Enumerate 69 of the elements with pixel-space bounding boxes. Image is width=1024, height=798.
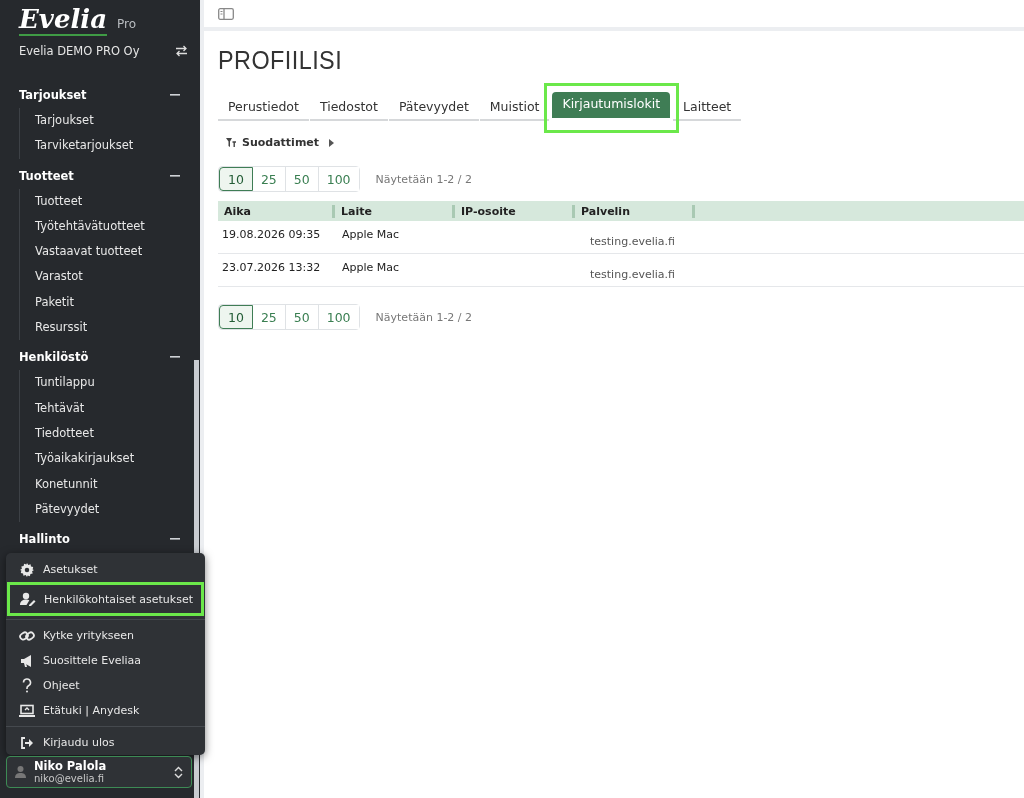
page-size-button[interactable]: 10 xyxy=(219,305,253,329)
column-header[interactable]: Laite xyxy=(335,204,455,218)
sidebar-toggle-icon[interactable] xyxy=(218,7,234,20)
menu-item[interactable]: Henkilökohtaiset asetukset xyxy=(7,582,204,616)
sidebar-item[interactable]: Työtehtävätuotteet xyxy=(20,213,180,240)
settings-icon xyxy=(20,562,34,577)
sidebar-item[interactable]: Varastot xyxy=(20,264,180,290)
column-header[interactable]: Aika xyxy=(218,204,335,218)
page-info: Näytetään 1-2 / 2 xyxy=(375,172,473,186)
menu-item[interactable]: Kytke yritykseen xyxy=(7,623,204,648)
sidebar-item[interactable]: Pätevyydet xyxy=(20,496,180,523)
menu-item[interactable]: Kirjaudu ulos xyxy=(7,730,204,755)
logout-icon xyxy=(20,735,34,750)
sidebar-item[interactable]: Tuotteet xyxy=(20,188,180,214)
user-icon xyxy=(15,766,26,778)
tab[interactable]: Laitteet xyxy=(673,95,742,121)
page-size-button[interactable]: 10 xyxy=(219,167,253,191)
link-icon xyxy=(19,628,35,643)
table-cell-text: 23.07.2026 13:32 xyxy=(221,260,322,274)
sidebar-item[interactable]: Paketit xyxy=(20,289,180,316)
table-cell-text: Apple Mac xyxy=(341,260,401,274)
user-name: Niko Palola xyxy=(34,759,108,773)
sidebar-item[interactable]: Vastaavat tuotteet xyxy=(20,239,180,265)
section-title[interactable]: Henkilöstö xyxy=(19,350,89,365)
section-title[interactable]: Tarjoukset xyxy=(19,88,87,102)
page-title: PROFIILISI xyxy=(218,45,344,77)
sidebar-item[interactable]: Konetunnit xyxy=(20,471,180,497)
page-info: Näytetään 1-2 / 2 xyxy=(375,310,473,324)
logo[interactable]: Evelia xyxy=(19,4,108,36)
sidebar-item[interactable]: Tehtävät xyxy=(20,395,180,421)
table-cell-text: testing.evelia.fi xyxy=(589,234,676,248)
section-title[interactable]: Tuotteet xyxy=(19,168,74,183)
collapse-icon[interactable] xyxy=(170,174,180,177)
table-cell-text: Apple Mac xyxy=(341,227,401,241)
help-icon xyxy=(22,678,32,693)
menu-item[interactable]: Etätuki | Anydesk xyxy=(7,698,204,723)
filter-icon[interactable] xyxy=(226,138,236,147)
sidebar-item[interactable]: Työaikakirjaukset xyxy=(20,446,180,472)
laptop-icon xyxy=(19,703,35,718)
menu-item[interactable]: Asetukset xyxy=(7,557,204,582)
column-header[interactable]: Palvelin xyxy=(575,204,695,218)
chevron-updown-icon xyxy=(174,765,183,779)
caret-icon[interactable] xyxy=(329,138,335,147)
table-cell-text: testing.evelia.fi xyxy=(589,267,676,281)
edition-label: Pro xyxy=(117,17,137,31)
menu-item[interactable]: Suosittele Eveliaa xyxy=(7,648,204,673)
sidebar-item[interactable]: Tarviketarjoukset xyxy=(20,133,180,159)
user-email: niko@evelia.fi xyxy=(34,772,106,785)
sidebar-item[interactable]: Tuntilappu xyxy=(20,370,180,396)
tab[interactable]: Perustiedot xyxy=(218,95,309,121)
tab[interactable]: Tiedostot xyxy=(309,95,388,121)
megaphone-icon xyxy=(20,653,34,668)
tab[interactable]: Muistiot xyxy=(479,95,550,121)
table-cell-text: 19.08.2026 09:35 xyxy=(221,227,322,241)
tab[interactable]: Kirjautumislokit xyxy=(552,92,671,118)
collapse-icon[interactable] xyxy=(170,356,180,359)
column-header[interactable]: IP-osoite xyxy=(455,204,575,218)
filters-toggle[interactable]: Suodattimet xyxy=(242,136,320,149)
sidebar-item[interactable]: Resurssit xyxy=(20,315,180,341)
user-switcher[interactable]: Niko Palola niko@evelia.fi xyxy=(6,756,192,788)
collapse-icon[interactable] xyxy=(170,538,180,541)
sidebar-item[interactable]: Tiedotteet xyxy=(20,420,180,447)
company-name: Evelia DEMO PRO Oy xyxy=(19,44,140,58)
section-title[interactable]: Hallinto xyxy=(19,532,70,547)
menu-item[interactable]: Ohjeet xyxy=(7,673,204,698)
sidebar-item[interactable]: Tarjoukset xyxy=(20,108,180,134)
user-edit-icon xyxy=(20,592,36,606)
tab[interactable]: Pätevyydet xyxy=(388,95,479,121)
switch-icon[interactable] xyxy=(175,45,188,57)
